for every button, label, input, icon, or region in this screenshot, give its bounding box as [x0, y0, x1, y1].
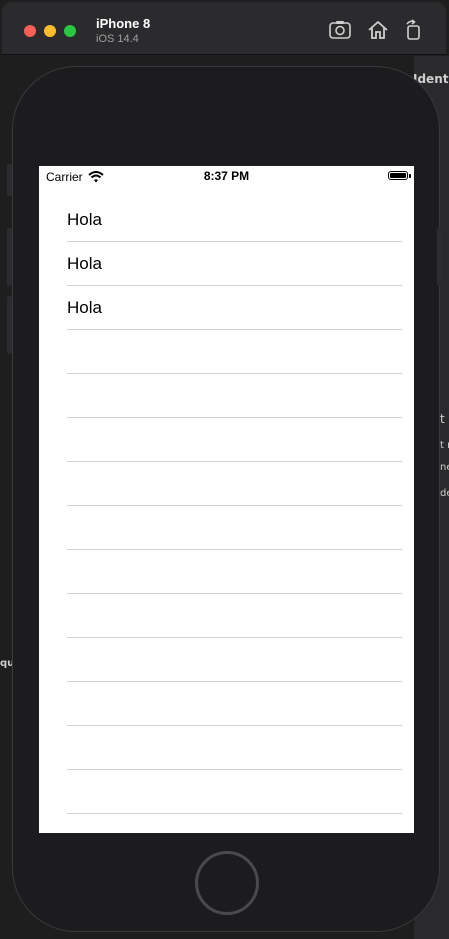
- screenshot-icon[interactable]: [328, 18, 352, 42]
- volume-up-button: [7, 228, 12, 286]
- row-separator: [67, 813, 402, 814]
- table-row[interactable]: [39, 638, 414, 682]
- ringer-switch: [7, 164, 12, 196]
- row-label: Hola: [67, 210, 102, 229]
- home-button[interactable]: [195, 851, 259, 915]
- table-row[interactable]: [39, 726, 414, 770]
- battery-cap: [409, 174, 411, 178]
- table-row[interactable]: [39, 462, 414, 506]
- table-row[interactable]: [39, 770, 414, 814]
- simulator-titlebar: iPhone 8 iOS 14.4: [2, 2, 446, 55]
- table-row[interactable]: [39, 374, 414, 418]
- inspector-label: t r: [440, 440, 449, 451]
- table-row[interactable]: [39, 506, 414, 550]
- table-row[interactable]: [39, 594, 414, 638]
- volume-down-button: [7, 296, 12, 354]
- inspector-label: de: [440, 488, 449, 499]
- rotate-icon[interactable]: [402, 18, 426, 42]
- status-bar: Carrier 8:37 PM: [39, 166, 414, 186]
- minimize-button[interactable]: [44, 25, 56, 37]
- inspector-label: ne: [440, 462, 449, 473]
- row-label: Hola: [67, 254, 102, 273]
- close-button[interactable]: [24, 25, 36, 37]
- table-row[interactable]: Hola: [39, 286, 414, 330]
- table-row[interactable]: [39, 330, 414, 374]
- table-view[interactable]: Hola Hola Hola: [39, 198, 414, 814]
- table-row[interactable]: Hola: [39, 198, 414, 242]
- table-row[interactable]: Hola: [39, 242, 414, 286]
- device-name: iPhone 8: [96, 16, 151, 31]
- battery-icon: [388, 171, 408, 180]
- table-row[interactable]: [39, 682, 414, 726]
- device-screen: Carrier 8:37 PM Hola Hola Hola: [39, 166, 414, 833]
- table-row[interactable]: [39, 550, 414, 594]
- device-os-version: iOS 14.4: [96, 33, 139, 45]
- power-button: [437, 228, 442, 286]
- zoom-button[interactable]: [64, 25, 76, 37]
- home-icon[interactable]: [366, 18, 390, 42]
- table-row[interactable]: [39, 418, 414, 462]
- row-label: Hola: [67, 298, 102, 317]
- inspector-label: t: [440, 412, 445, 426]
- status-time: 8:37 PM: [203, 169, 250, 183]
